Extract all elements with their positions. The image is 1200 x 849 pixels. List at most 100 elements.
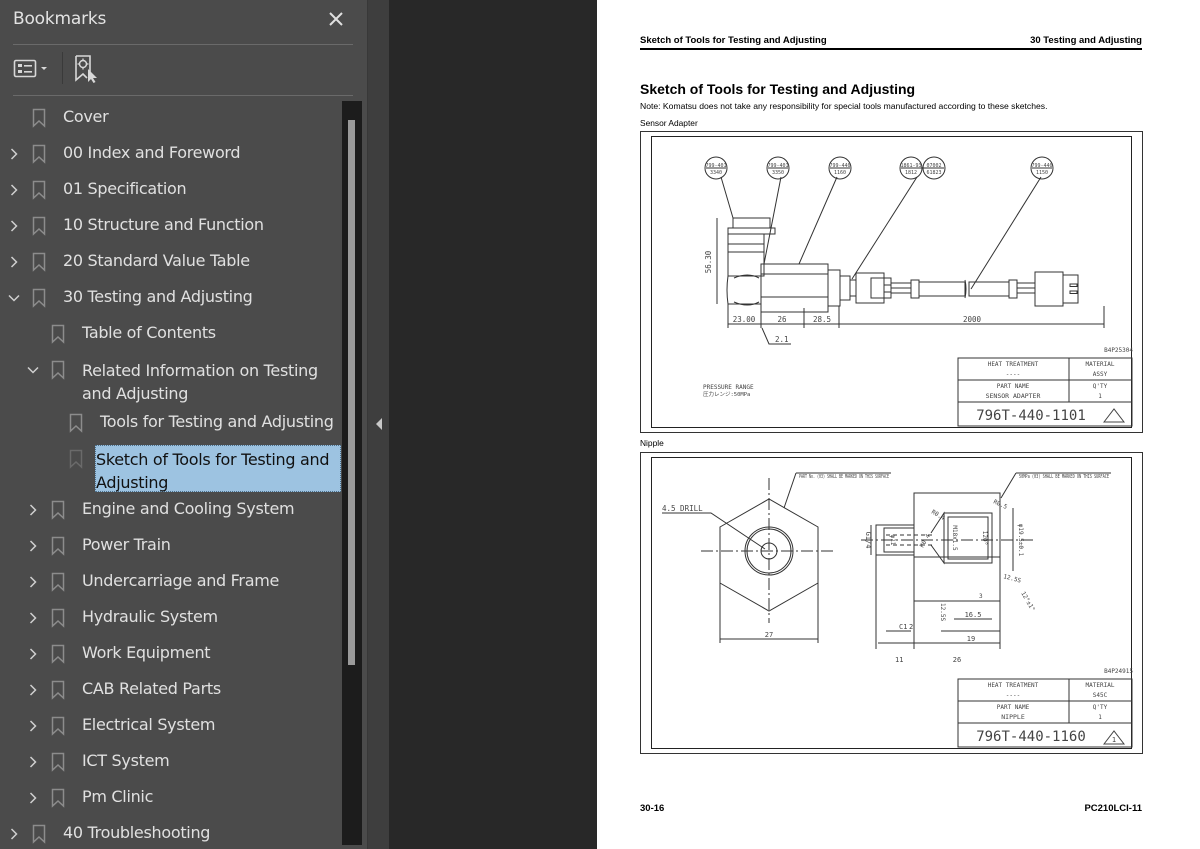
bookmark-item[interactable]: Sketch of Tools for Testing and Adjustin… [0,441,342,492]
bookmark-item[interactable]: Tools for Testing and Adjusting [0,405,342,441]
title-block-value: ---- [1006,692,1020,699]
chevron-right-icon[interactable] [26,502,40,516]
chevron-right-icon[interactable] [26,790,40,804]
part-number: 796T-440-1101 [976,408,1086,424]
bookmark-item[interactable]: 00 Index and Foreword [0,136,342,172]
bookmark-label: CAB Related Parts [82,679,221,698]
bookmark-item[interactable]: Cover [0,100,342,136]
title-block-label: HEAT TREATMENT [988,361,1039,368]
title-block-label: HEAT TREATMENT [988,682,1039,689]
bookmark-icon [69,413,83,433]
bookmark-label: Undercarriage and Frame [82,571,280,590]
chevron-right-icon[interactable] [7,254,21,268]
part-name: NIPPLE [1001,713,1025,721]
scrollbar-thumb[interactable] [348,120,355,665]
bookmark-item[interactable]: Hydraulic System [0,600,342,636]
title-block-label: PART NAME [997,704,1030,711]
drawing-id: B4P24915 [1104,668,1133,675]
bookmark-icon [32,216,46,236]
dimension-label: C1 [899,623,907,631]
chevron-down-icon[interactable] [7,290,21,304]
balloon-label: 799-440 [829,163,850,169]
dimension-label: 27 [765,631,773,639]
dimension-label: 28.5 [813,315,831,324]
bookmark-icon [51,360,65,380]
header-rule [640,48,1142,50]
chevron-right-icon[interactable] [7,182,21,196]
dimension-label: 120° [981,531,988,545]
bookmark-icon [51,608,65,628]
bookmark-label: Cover [63,107,109,126]
bookmark-item[interactable]: 20 Standard Value Table [0,244,342,280]
chevron-right-icon[interactable] [7,146,21,160]
find-current-bookmark-button[interactable] [73,54,101,84]
figure-caption: Nipple [640,438,664,448]
bookmark-item[interactable]: 40 Troubleshooting [0,816,342,849]
marking-note: PART No. (03) SHALL BE MARKED ON THIS SU… [799,474,889,480]
bookmark-options-button[interactable] [13,57,53,81]
chevron-right-icon[interactable] [26,682,40,696]
title-block-label: Q'TY [1093,704,1108,711]
bookmark-item[interactable]: 30 Testing and Adjusting [0,280,342,316]
dimension-label: 11 [895,656,903,664]
bookmark-label: 00 Index and Foreword [63,143,241,162]
chevron-right-icon[interactable] [26,538,40,552]
page-number: 30-16 [640,803,665,814]
chevron-right-icon[interactable] [26,754,40,768]
chevron-right-icon[interactable] [7,218,21,232]
title-block-value: 1 [1098,393,1102,400]
bookmark-icon [51,680,65,700]
bookmark-item[interactable]: ICT System [0,744,342,780]
find-current-bookmark-icon [75,55,97,83]
bookmark-item[interactable]: Undercarriage and Frame [0,564,342,600]
bookmark-icon [32,288,46,308]
dimension-label: 12.5S [1002,573,1022,585]
part-number: 796T-440-1160 [976,729,1086,745]
dimension-label: 26 [777,315,787,324]
dimension-label: 19 [967,635,975,643]
collapse-panel-icon[interactable] [374,416,384,430]
close-icon[interactable] [326,9,346,29]
balloon-label: 1861-93 [900,163,921,169]
disclaimer-note: Note: Komatsu does not take any responsi… [640,101,1048,111]
dimension-label: 56.30 [704,250,713,273]
page-title: Sketch of Tools for Testing and Adjustin… [640,81,916,97]
bookmark-label: ICT System [82,751,170,770]
title-block-value: ---- [1006,371,1020,378]
bookmark-label: Pm Clinic [82,787,154,806]
bookmark-icon [51,324,65,344]
bookmark-item[interactable]: Power Train [0,528,342,564]
bookmark-icon [32,824,46,844]
drawing-id: B4P25304 [1104,347,1133,354]
bookmark-icon [32,180,46,200]
bookmark-item[interactable]: Engine and Cooling System [0,492,342,528]
chevron-right-icon[interactable] [26,718,40,732]
bookmarks-panel: Bookmarks Cover 00 Index and Foreword 01 S… [0,0,367,849]
bookmark-tree: Cover 00 Index and Foreword 01 Specificati… [0,100,342,849]
sensor-adapter-sketch: 799-401 3340 799-401 3350 799-440 1160 1… [703,156,1133,427]
bookmark-icon [51,536,65,556]
bookmark-item[interactable]: Pm Clinic [0,780,342,816]
chevron-right-icon[interactable] [26,646,40,660]
bookmark-item[interactable]: Table of Contents [0,316,342,352]
balloon-label: 3350 [772,170,784,176]
dimension-label: φ11 [889,535,896,546]
bookmark-label: Work Equipment [82,643,211,662]
bookmark-item[interactable]: 10 Structure and Function [0,208,342,244]
title-block-value: S45C [1093,692,1108,699]
revision-triangle-icon [1102,408,1126,423]
bookmark-item[interactable]: Electrical System [0,708,342,744]
chevron-down-icon[interactable] [26,362,40,376]
balloon-label: 1812 [905,170,917,176]
bookmark-item[interactable]: Related Information on Testing and Adjus… [0,352,342,403]
chevron-right-icon[interactable] [26,574,40,588]
bookmark-icon [32,252,46,272]
chevron-right-icon[interactable] [7,826,21,840]
bookmark-item[interactable]: 01 Specification [0,172,342,208]
dimension-label: M18x1.5 [951,525,958,551]
bookmark-item[interactable]: CAB Related Parts [0,672,342,708]
bookmark-label: Sketch of Tools for Testing and Adjustin… [96,450,330,492]
bookmark-item[interactable]: Work Equipment [0,636,342,672]
bookmark-label: Tools for Testing and Adjusting [100,412,334,431]
chevron-right-icon[interactable] [26,610,40,624]
